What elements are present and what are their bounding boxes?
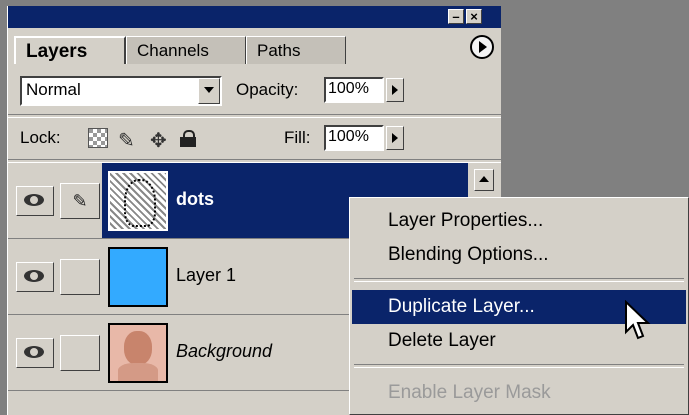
layer-name-dots[interactable]: dots [176, 189, 214, 210]
lock-move-icon[interactable]: ✥ [150, 128, 167, 153]
mouse-pointer-icon [625, 300, 651, 340]
layer-thumbnail-background [108, 323, 168, 383]
chevron-down-icon[interactable] [198, 78, 220, 104]
link-empty-box[interactable] [60, 335, 100, 371]
layer-thumbnail-layer1 [108, 247, 168, 307]
palette-tabs: Layers Channels Paths [8, 28, 501, 68]
tab-channels[interactable]: Channels [126, 36, 246, 64]
brush-link-icon[interactable]: ✎ [60, 183, 100, 219]
layer-thumbnail-dots [108, 171, 168, 231]
menu-separator [354, 278, 684, 282]
blend-mode-select[interactable]: Normal [20, 76, 222, 106]
menu-item-enable-layer-mask[interactable]: Enable Layer Mask [352, 376, 686, 410]
divider [8, 114, 501, 118]
palette-menu-icon[interactable] [470, 35, 494, 59]
menu-separator [354, 364, 684, 368]
palette-title-bar[interactable]: – × [8, 6, 501, 28]
fill-input[interactable]: 100% [324, 125, 384, 151]
minimize-icon[interactable]: – [448, 9, 464, 24]
close-icon[interactable]: × [466, 9, 482, 24]
lock-brush-icon[interactable]: ✎ [118, 128, 135, 153]
fill-slider-button[interactable] [386, 126, 404, 150]
opacity-label: Opacity: [236, 80, 299, 99]
menu-item-layer-properties[interactable]: Layer Properties... [352, 204, 686, 238]
tab-layers[interactable]: Layers [14, 36, 126, 64]
lock-label: Lock: [20, 128, 61, 147]
opacity-input[interactable]: 100% [324, 77, 384, 103]
menu-item-blending-options[interactable]: Blending Options... [352, 238, 686, 272]
eye-icon[interactable] [16, 186, 54, 216]
layer-name-background[interactable]: Background [176, 341, 272, 362]
opacity-slider-button[interactable] [386, 78, 404, 102]
scroll-up-button[interactable] [474, 169, 494, 191]
eye-icon[interactable] [16, 262, 54, 292]
tab-paths[interactable]: Paths [246, 36, 346, 64]
fill-label: Fill: [284, 128, 311, 147]
layer-name-layer1[interactable]: Layer 1 [176, 265, 236, 286]
blend-mode-value: Normal [26, 80, 81, 99]
lock-all-icon[interactable] [180, 130, 196, 147]
link-empty-box[interactable] [60, 259, 100, 295]
eye-icon[interactable] [16, 338, 54, 368]
lock-transparency-icon[interactable] [88, 128, 108, 148]
